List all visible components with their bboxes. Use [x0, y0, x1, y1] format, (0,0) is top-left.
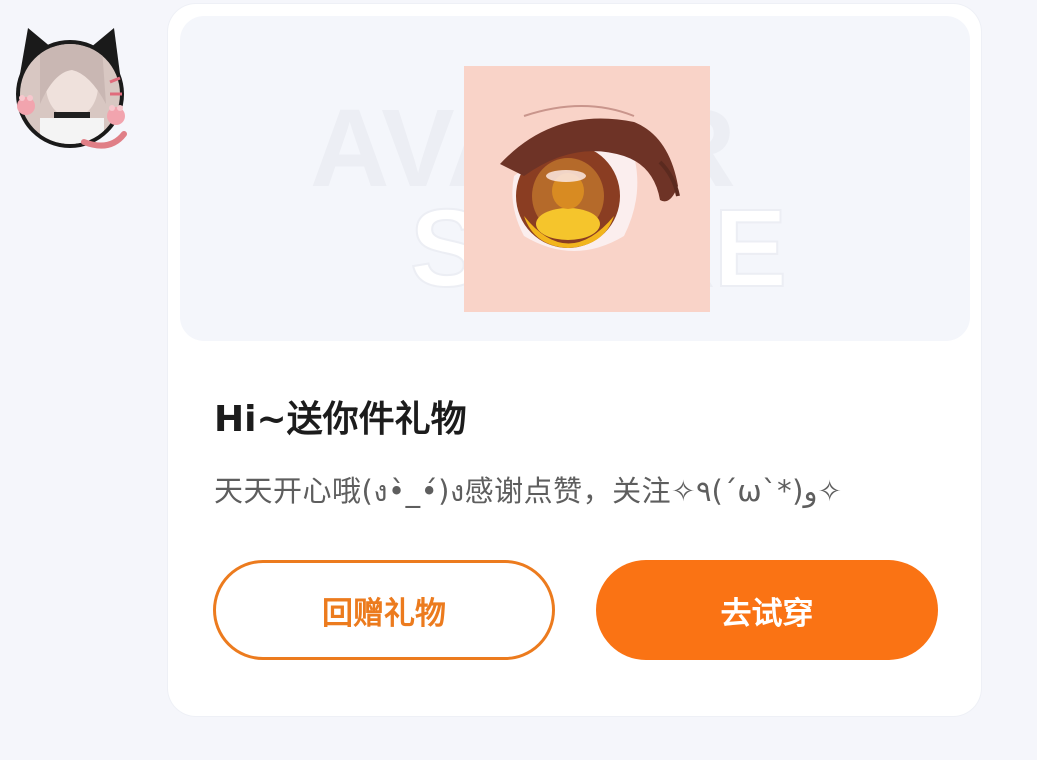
user-avatar-icon	[16, 28, 127, 149]
gift-title: Hi~送你件礼物	[214, 399, 467, 440]
sender-avatar[interactable]	[10, 14, 132, 150]
anime-eye-item[interactable]	[464, 66, 710, 312]
item-preview: AVATAR STORE	[180, 16, 970, 341]
gift-message: 天天开心哦(ง•̀_•́)ง感谢点赞，关注✧٩(ˊωˋ*)و✧	[214, 474, 842, 508]
try-on-button[interactable]: 去试穿	[596, 560, 938, 660]
gift-card: AVATAR STORE Hi~送你件礼物	[168, 4, 981, 716]
anime-eye-icon	[464, 66, 710, 312]
return-gift-button[interactable]: 回赠礼物	[213, 560, 555, 660]
